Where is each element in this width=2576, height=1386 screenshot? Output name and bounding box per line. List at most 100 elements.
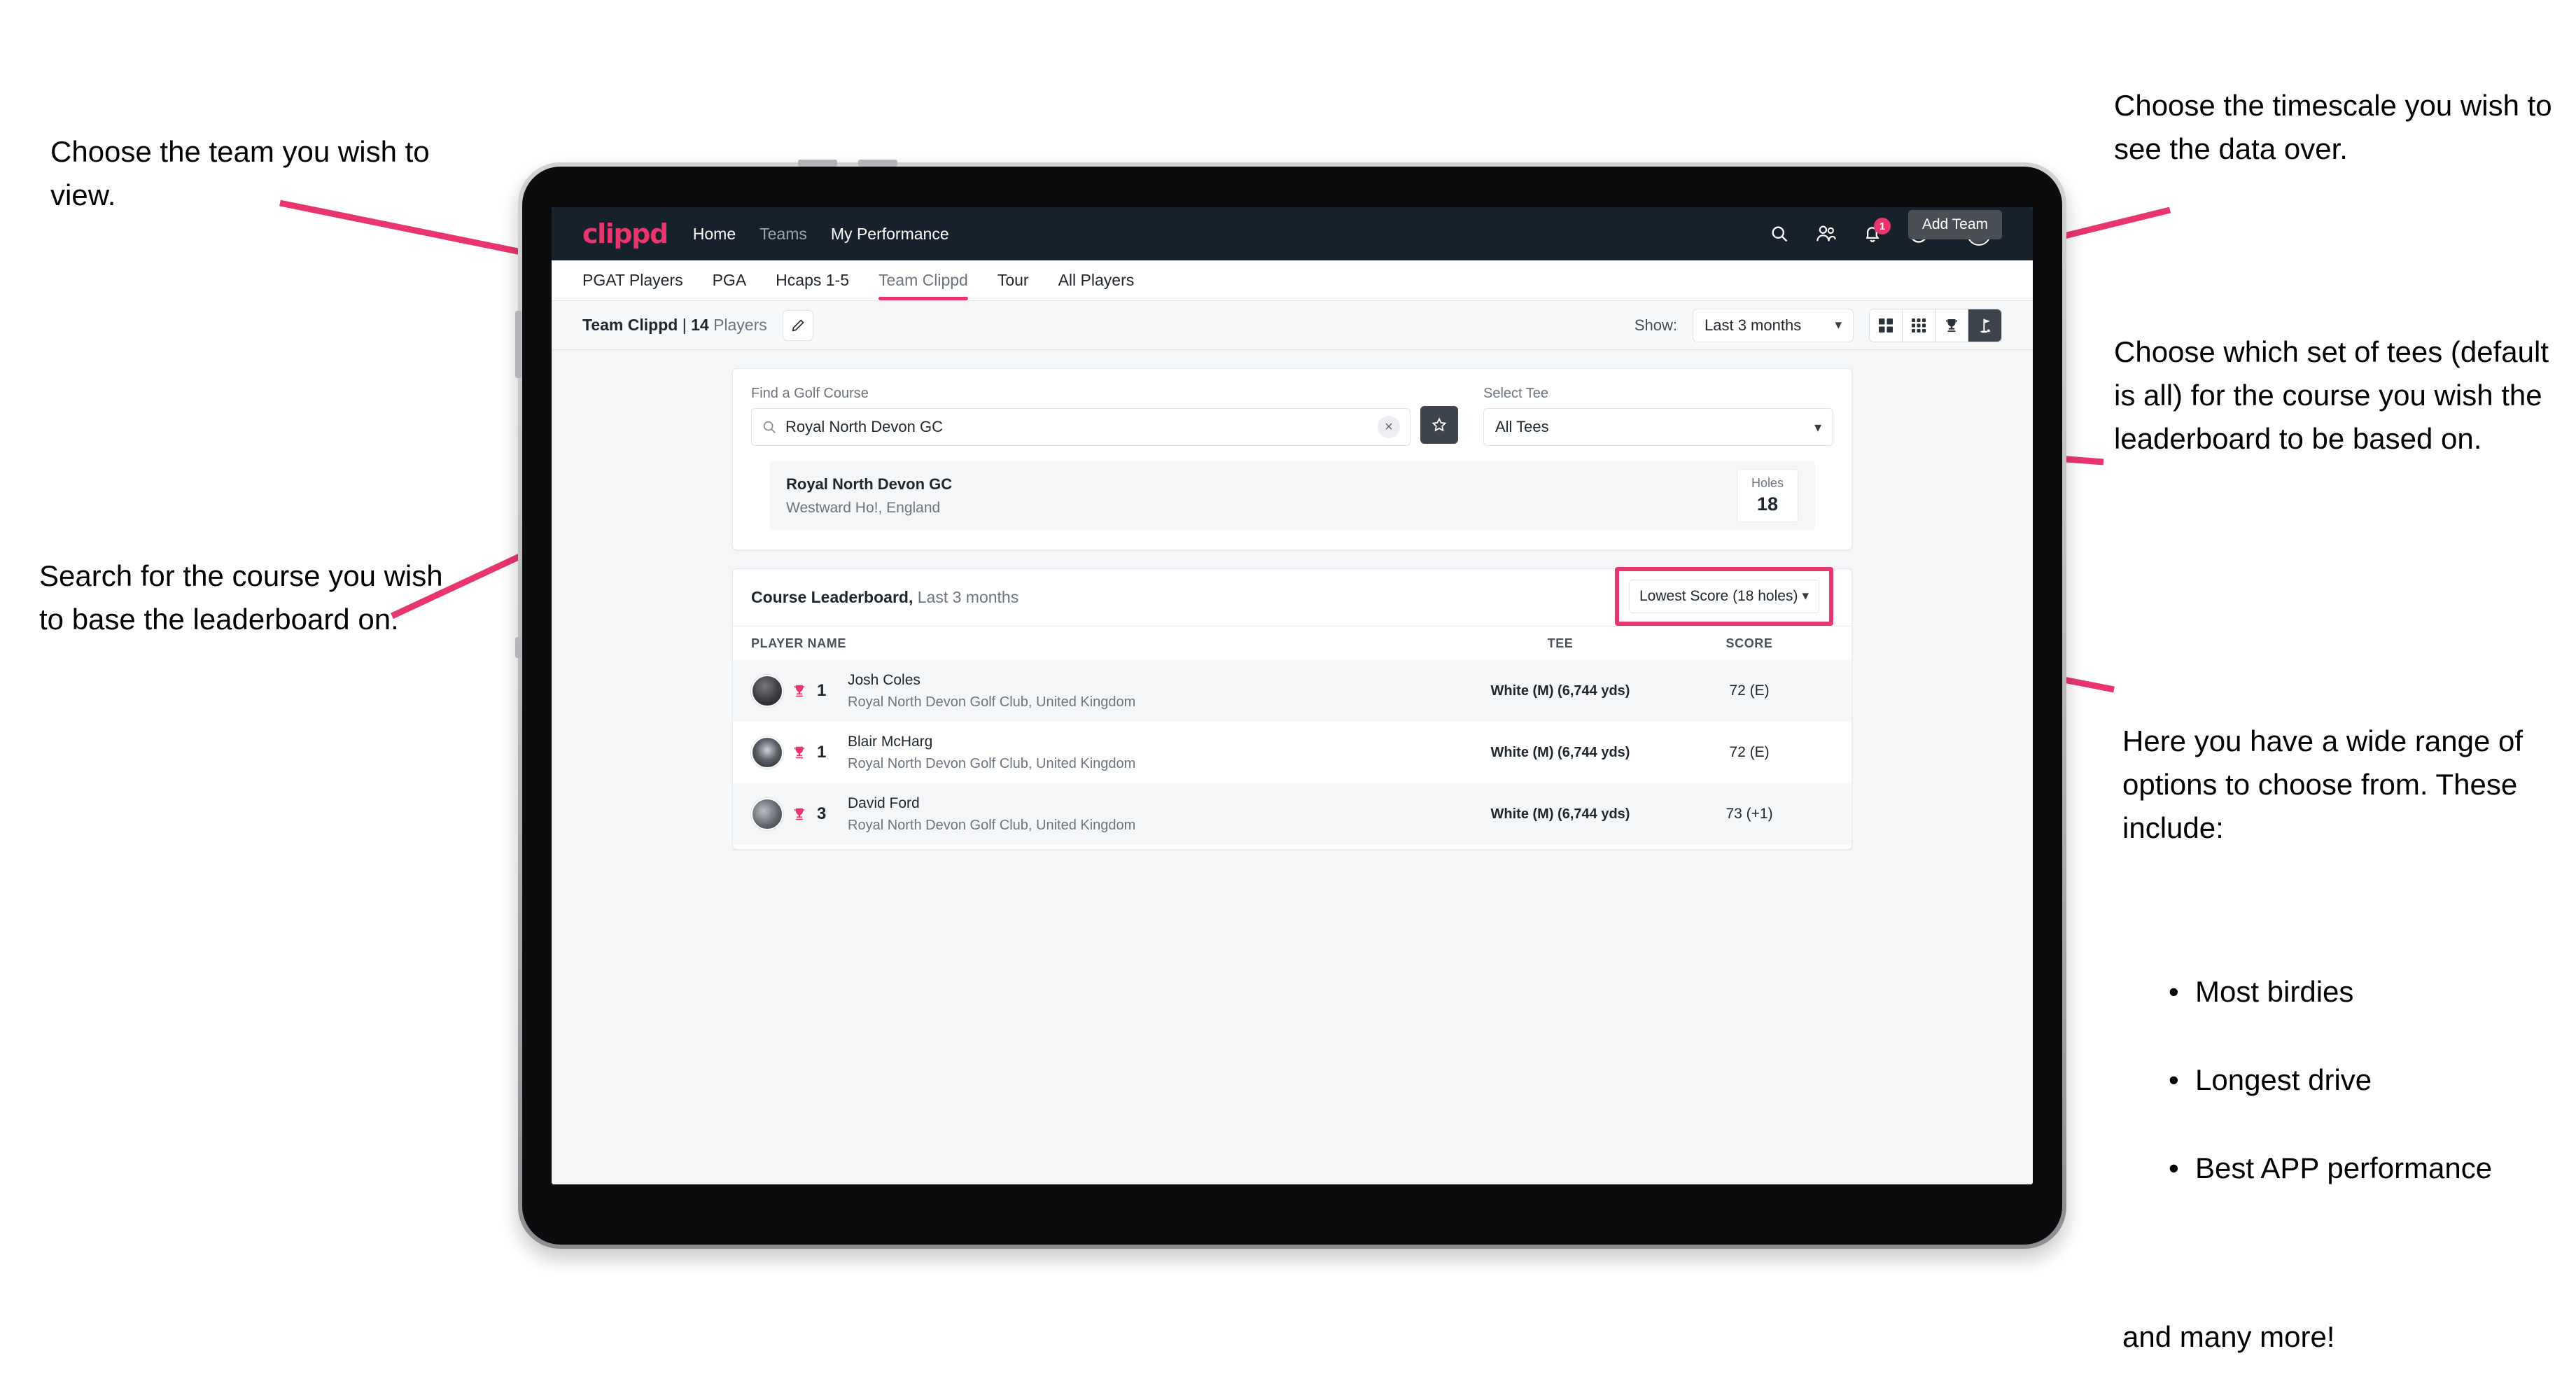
- grid-3x3-icon: [1912, 318, 1926, 332]
- golf-flag-icon: [1980, 318, 1990, 332]
- leaderboard-metric-select[interactable]: Lowest Score (18 holes) ▾: [1629, 579, 1819, 613]
- bullet-glyph: •: [2169, 1063, 2179, 1096]
- column-tee: TEE: [1547, 636, 1574, 650]
- nav-link-home[interactable]: Home: [693, 225, 736, 244]
- show-label: Show:: [1634, 316, 1677, 334]
- trophy-icon: [1946, 318, 1957, 332]
- volume-up-button[interactable]: [798, 160, 837, 167]
- people-icon[interactable]: [1816, 224, 1837, 244]
- course-result-item[interactable]: Royal North Devon GC Westward Ho!, Engla…: [769, 461, 1815, 530]
- team-tabs: PGAT Players PGA Hcaps 1-5 Team Clippd T…: [552, 210, 2033, 301]
- course-view-button[interactable]: [1968, 309, 2001, 342]
- chevron-down-icon: ▾: [1835, 318, 1842, 332]
- annotation-options-intro: Here you have a wide range of options to…: [2122, 724, 2524, 845]
- player-cell: 3 David Ford Royal North Devon Golf Club…: [751, 795, 1455, 834]
- star-icon: [1432, 417, 1447, 432]
- tab-pgat-players[interactable]: PGAT Players: [582, 260, 683, 300]
- course-search-input[interactable]: Royal North Devon GC ×: [751, 408, 1410, 446]
- bullet-item: • Most birdies: [2169, 969, 2576, 1014]
- team-summary: Team Clippd | 14 Players: [582, 316, 767, 335]
- nav-link-my-performance[interactable]: My Performance: [831, 225, 949, 244]
- clear-search-button[interactable]: ×: [1378, 416, 1400, 438]
- leaderboard-title: Course Leaderboard, Last 3 months: [751, 588, 1018, 607]
- bullet-glyph: •: [2169, 974, 2179, 1008]
- volume-down-button[interactable]: [858, 160, 897, 167]
- course-search-label: Find a Golf Course: [751, 386, 869, 401]
- player-rank: 1: [817, 681, 827, 700]
- clippd-logo[interactable]: clippd: [582, 218, 668, 249]
- primary-nav: Home Teams My Performance: [693, 225, 949, 244]
- search-icon[interactable]: [1770, 224, 1789, 244]
- tablet-device-frame: clippd Home Teams My Performance 1 PGAT …: [515, 160, 2066, 1249]
- player-club: Royal North Devon Golf Club, United King…: [848, 817, 1136, 833]
- course-holes-badge: Holes 18: [1737, 469, 1798, 522]
- tee-select[interactable]: All Tees ▾: [1483, 408, 1833, 446]
- tab-all-players[interactable]: All Players: [1058, 260, 1135, 300]
- timescale-select[interactable]: Last 3 months ▾: [1693, 308, 1854, 342]
- metric-select-highlight: Lowest Score (18 holes) ▾: [1615, 566, 1833, 626]
- team-players-word: Players: [713, 316, 767, 334]
- player-club: Royal North Devon Golf Club, United King…: [848, 755, 1136, 771]
- table-row[interactable]: 1 Blair McHarg Royal North Devon Golf Cl…: [733, 722, 1851, 783]
- tee-select-value: All Tees: [1495, 418, 1549, 435]
- grid-2x2-view-button[interactable]: [1870, 309, 1903, 342]
- leaderboard-header: Course Leaderboard, Last 3 months Lowest…: [733, 566, 1851, 626]
- annotation-options-list: Here you have a wide range of options to…: [2122, 676, 2576, 1386]
- player-cell: 1 Josh Coles Royal North Devon Golf Club…: [751, 672, 1455, 710]
- toolbar-right: Show: Last 3 months ▾: [1634, 308, 2002, 342]
- avatar: [751, 675, 783, 707]
- trophy-icon: [794, 685, 805, 697]
- player-cell: 1 Blair McHarg Royal North Devon Golf Cl…: [751, 734, 1455, 772]
- player-name: Josh Coles: [848, 671, 920, 688]
- tee-select-column: Select Tee All Tees ▾: [1483, 386, 1833, 446]
- tablet-bezel: clippd Home Teams My Performance 1 PGAT …: [515, 160, 2062, 1245]
- tablet-screen: clippd Home Teams My Performance 1 PGAT …: [552, 207, 2033, 1184]
- course-leaderboard-card: Course Leaderboard, Last 3 months Lowest…: [732, 566, 1852, 850]
- bullet-label: Most birdies: [2195, 974, 2354, 1008]
- chevron-down-icon: ▾: [1802, 589, 1809, 603]
- pencil-icon: [792, 318, 804, 331]
- team-player-count: 14: [691, 316, 709, 334]
- app-navbar: clippd Home Teams My Performance 1: [552, 207, 2033, 260]
- holes-value: 18: [1756, 493, 1779, 514]
- course-result-text: Royal North Devon GC Westward Ho!, Engla…: [786, 475, 952, 517]
- annotation-options-tail: and many more!: [2122, 1320, 2335, 1354]
- tab-tour[interactable]: Tour: [997, 260, 1029, 300]
- player-score: 72 (E): [1729, 744, 1770, 760]
- timescale-value: Last 3 months: [1704, 316, 1802, 334]
- annotation-search-course: Search for the course you wish to base t…: [39, 559, 443, 636]
- bell-icon[interactable]: 1: [1863, 218, 1891, 244]
- tab-pga[interactable]: PGA: [713, 260, 747, 300]
- chevron-down-icon: ▾: [1814, 419, 1821, 435]
- player-info: Blair McHarg Royal North Devon Golf Club…: [848, 734, 1135, 772]
- course-search-card: Find a Golf Course Royal North Devon GC …: [732, 368, 1852, 550]
- nav-link-teams[interactable]: Teams: [760, 225, 807, 244]
- leaderboard-metric-value: Lowest Score (18 holes): [1639, 587, 1798, 604]
- bullet-label: Longest drive: [2195, 1063, 2372, 1096]
- tab-hcaps-1-5[interactable]: Hcaps 1-5: [776, 260, 849, 300]
- bullet-glyph: •: [2169, 1151, 2179, 1184]
- search-icon: [763, 421, 776, 433]
- player-rank: 1: [817, 743, 827, 762]
- trophy-view-button[interactable]: [1935, 309, 1968, 342]
- table-row[interactable]: 3 David Ford Royal North Devon Golf Club…: [733, 783, 1851, 845]
- bullet-item: • Best APP performance: [2169, 1146, 2576, 1191]
- power-button[interactable]: [515, 311, 522, 378]
- course-result-location: Westward Ho!, England: [786, 499, 941, 516]
- player-tee: White (M) (6,744 yds): [1490, 806, 1630, 822]
- edit-team-button[interactable]: [782, 309, 813, 341]
- annotation-options-bullets: • Most birdies • Longest drive • Best AP…: [2169, 926, 2576, 1234]
- player-name: Blair McHarg: [848, 733, 933, 750]
- grid-3x3-view-button[interactable]: [1903, 309, 1935, 342]
- leaderboard-title-main: Course Leaderboard,: [751, 588, 913, 606]
- side-port: [515, 637, 522, 658]
- trophy-icon: [794, 808, 805, 820]
- favorite-course-button[interactable]: [1420, 406, 1458, 444]
- search-row: Find a Golf Course Royal North Devon GC …: [751, 386, 1833, 446]
- table-row[interactable]: 1 Josh Coles Royal North Devon Golf Club…: [733, 660, 1851, 722]
- column-score: SCORE: [1726, 636, 1773, 650]
- course-search-column: Find a Golf Course Royal North Devon GC …: [751, 386, 1410, 446]
- leaderboard-column-headers: PLAYER NAME TEE SCORE: [733, 626, 1851, 660]
- tab-team-clippd[interactable]: Team Clippd: [878, 260, 968, 300]
- holes-label: Holes: [1751, 476, 1784, 490]
